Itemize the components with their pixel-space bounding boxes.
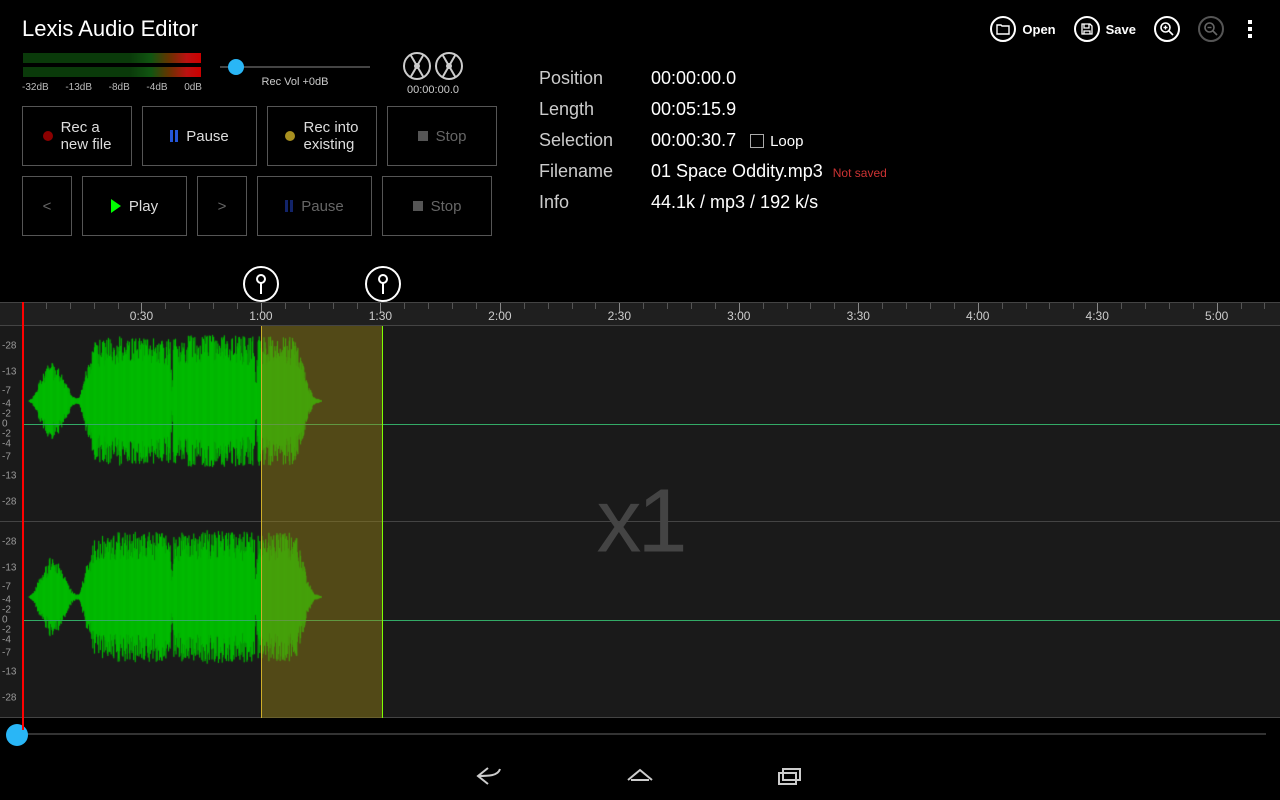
rec-volume-slider[interactable]: Rec Vol +0dB [220,52,370,88]
stop-icon [418,131,428,141]
info-panel: Position00:00:00.0 Length00:05:15.9 Sele… [497,52,889,246]
prev-button[interactable]: < [22,176,72,236]
app-title: Lexis Audio Editor [22,16,198,42]
play-icon [111,199,121,213]
open-icon [990,16,1016,42]
rec-into-existing-button[interactable]: Rec into existing [267,106,377,166]
save-icon [1074,16,1100,42]
record-into-icon [285,131,295,141]
stop-icon [413,201,423,211]
slider-knob-icon[interactable] [228,59,244,75]
recent-nav-button[interactable] [770,756,810,796]
reel-icon [403,52,431,80]
selection-region[interactable] [261,326,383,718]
vu-meter: -32dB-13dB-8dB-4dB0dB [22,52,202,93]
pause-play-button[interactable]: Pause [257,176,372,236]
overflow-menu-button[interactable] [1242,20,1258,38]
stop-play-button[interactable]: Stop [382,176,492,236]
pause-icon [285,200,293,212]
save-button[interactable]: Save [1074,16,1136,42]
back-nav-button[interactable] [470,756,510,796]
timeline-scrollbar[interactable] [0,722,1280,746]
pause-rec-button[interactable]: Pause [142,106,257,166]
selection-start-marker[interactable] [243,266,279,302]
zoom-out-button[interactable] [1198,16,1224,42]
time-ruler[interactable]: 0:301:001:302:002:303:003:304:004:305:00 [0,302,1280,326]
not-saved-badge: Not saved [833,166,887,180]
rec-volume-label: Rec Vol +0dB [220,76,370,88]
stop-rec-button[interactable]: Stop [387,106,497,166]
play-button[interactable]: Play [82,176,187,236]
loop-checkbox[interactable] [750,134,764,148]
zoom-in-button[interactable] [1154,16,1180,42]
playhead[interactable] [22,302,24,730]
pause-icon [170,130,178,142]
tape-reels: 00:00:00.0 [388,52,478,96]
selection-end-marker[interactable] [365,266,401,302]
next-button[interactable]: > [197,176,247,236]
home-nav-button[interactable] [620,756,660,796]
waveform-display[interactable]: x1 0-2-2-4-4-7-7-13-13-28-28 0-2-2-4-4-7… [0,326,1280,718]
slider-knob-icon[interactable] [6,724,28,746]
rec-new-file-button[interactable]: Rec a new file [22,106,132,166]
record-icon [43,131,53,141]
open-button[interactable]: Open [990,16,1055,42]
reel-icon [435,52,463,80]
